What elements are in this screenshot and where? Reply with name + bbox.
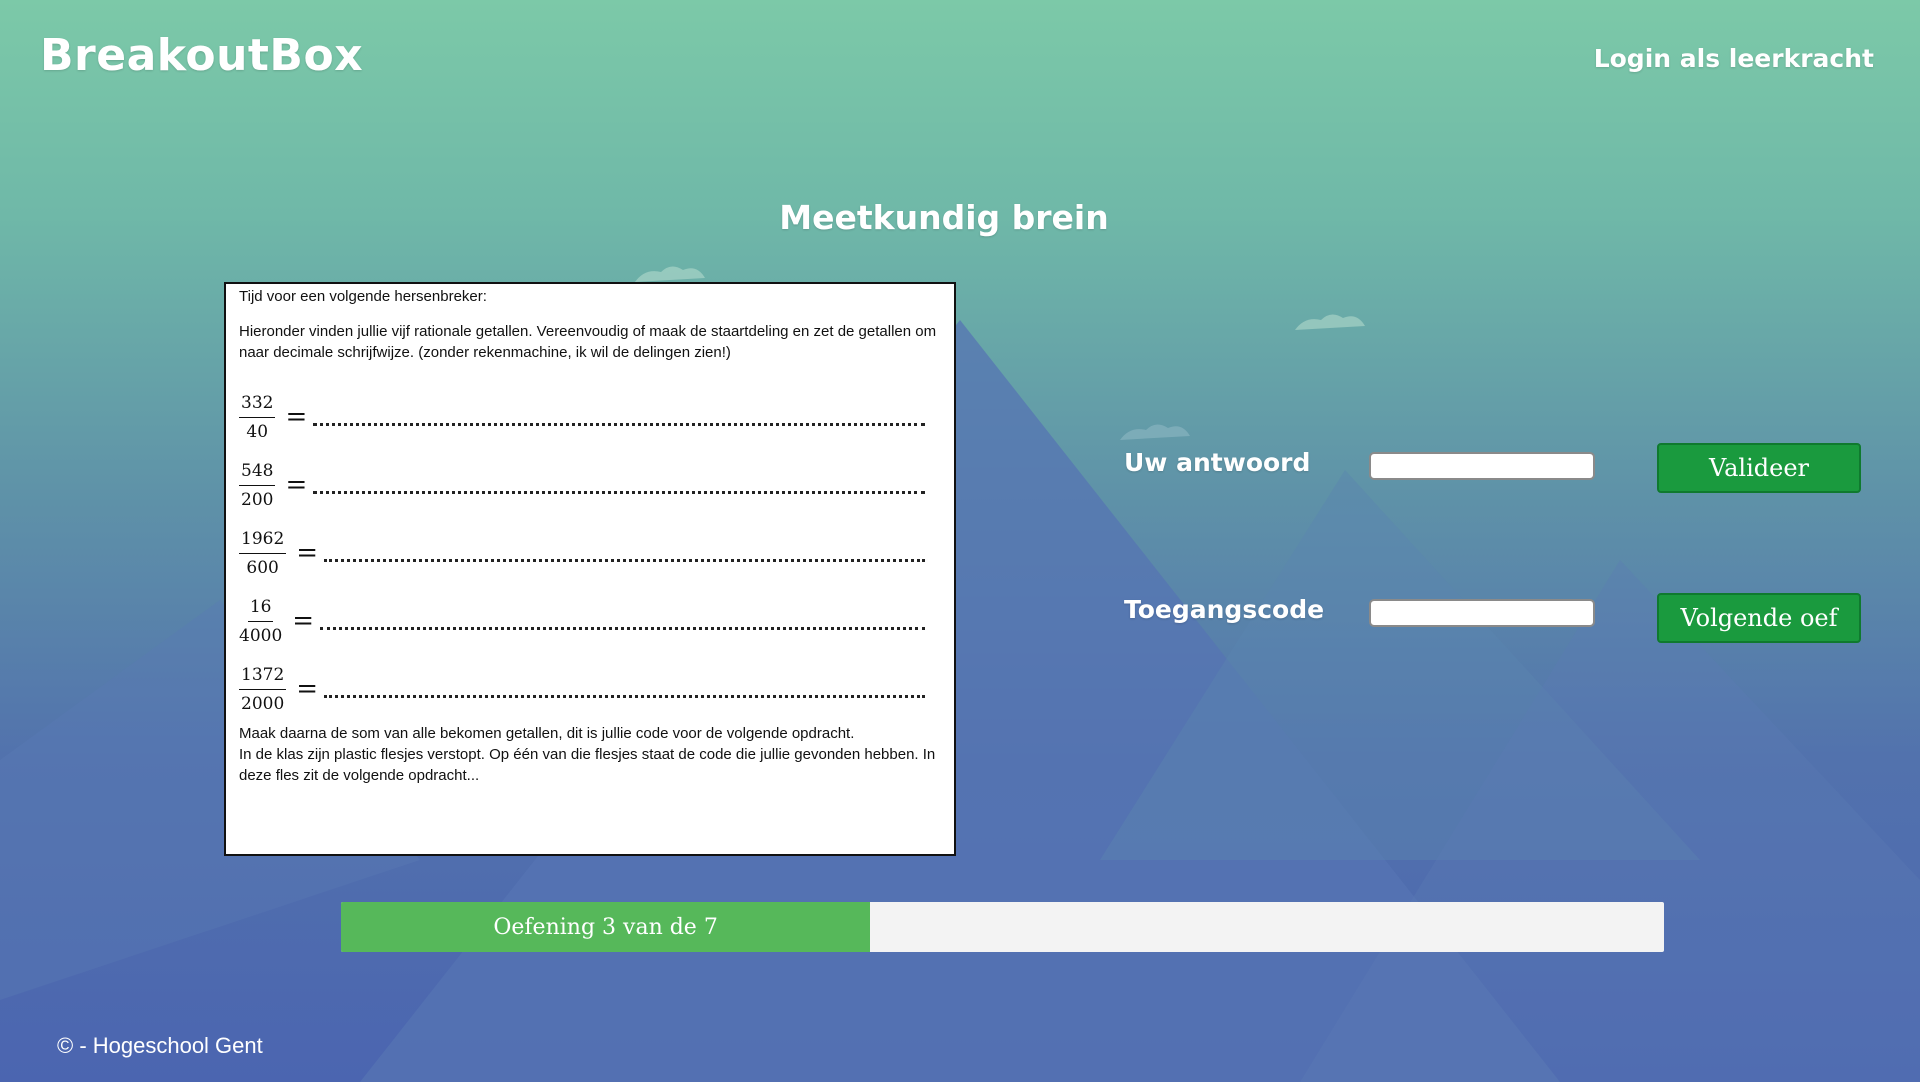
answer-dotted-line	[324, 694, 925, 698]
denominator: 600	[246, 557, 279, 578]
fraction: 16 4000	[239, 597, 282, 646]
fraction: 548 200	[239, 461, 276, 510]
page-title: Meetkundig brein	[779, 198, 1109, 237]
numerator: 1372	[239, 665, 287, 690]
denominator: 2000	[241, 693, 285, 714]
answer-input[interactable]	[1369, 452, 1595, 480]
fraction: 332 40	[239, 393, 276, 442]
numerator: 1962	[239, 529, 287, 554]
answer-dotted-line	[320, 626, 925, 630]
fraction-row: 332 40 =	[239, 383, 941, 451]
fraction: 1962 600	[239, 529, 287, 578]
answer-dotted-line	[313, 490, 925, 494]
fraction-row: 548 200 =	[239, 451, 941, 519]
exercise-intro: Hieronder vinden jullie vijf rationale g…	[239, 323, 937, 361]
access-code-label: Toegangscode	[1124, 595, 1325, 624]
equals-sign: =	[285, 470, 308, 500]
fraction-row: 16 4000 =	[239, 587, 941, 655]
exercise-image: Tijd voor een volgende hersenbreker: Hie…	[224, 282, 956, 856]
answer-label: Uw antwoord	[1124, 448, 1311, 477]
progress-bar-fill: Oefening 3 van de 7	[341, 902, 871, 952]
exercise-outro-sum: Maak daarna de som van alle bekomen geta…	[239, 725, 855, 742]
numerator: 332	[239, 393, 276, 418]
answer-dotted-line	[324, 558, 925, 562]
denominator: 40	[246, 421, 269, 442]
equals-sign: =	[296, 674, 319, 704]
footer-copyright: © - Hogeschool Gent	[57, 1033, 263, 1058]
answer-dotted-line	[313, 422, 925, 426]
fraction-row: 1962 600 =	[239, 519, 941, 587]
denominator: 200	[241, 489, 274, 510]
fraction-list: 332 40 = 548 200 = 1962 600 = 16 4000 = …	[239, 383, 941, 723]
equals-sign: =	[285, 402, 308, 432]
access-code-input[interactable]	[1369, 599, 1595, 627]
fraction: 1372 2000	[239, 665, 287, 714]
validate-button[interactable]: Valideer	[1657, 443, 1861, 493]
exercise-heading: Tijd voor een volgende hersenbreker:	[239, 288, 487, 305]
equals-sign: =	[296, 538, 319, 568]
exercise-outro-bottles: In de klas zijn plastic flesjes verstopt…	[239, 746, 936, 784]
numerator: 16	[247, 597, 274, 622]
fraction-row: 1372 2000 =	[239, 655, 941, 723]
denominator: 4000	[239, 625, 283, 646]
login-teacher-link[interactable]: Login als leerkracht	[1594, 44, 1874, 73]
progress-label: Oefening 3 van de 7	[493, 914, 718, 940]
numerator: 548	[239, 461, 276, 486]
progress-bar: Oefening 3 van de 7	[341, 902, 1664, 952]
equals-sign: =	[292, 606, 315, 636]
brand-logo[interactable]: BreakoutBox	[40, 30, 363, 81]
next-exercise-button[interactable]: Volgende oef	[1657, 593, 1861, 643]
